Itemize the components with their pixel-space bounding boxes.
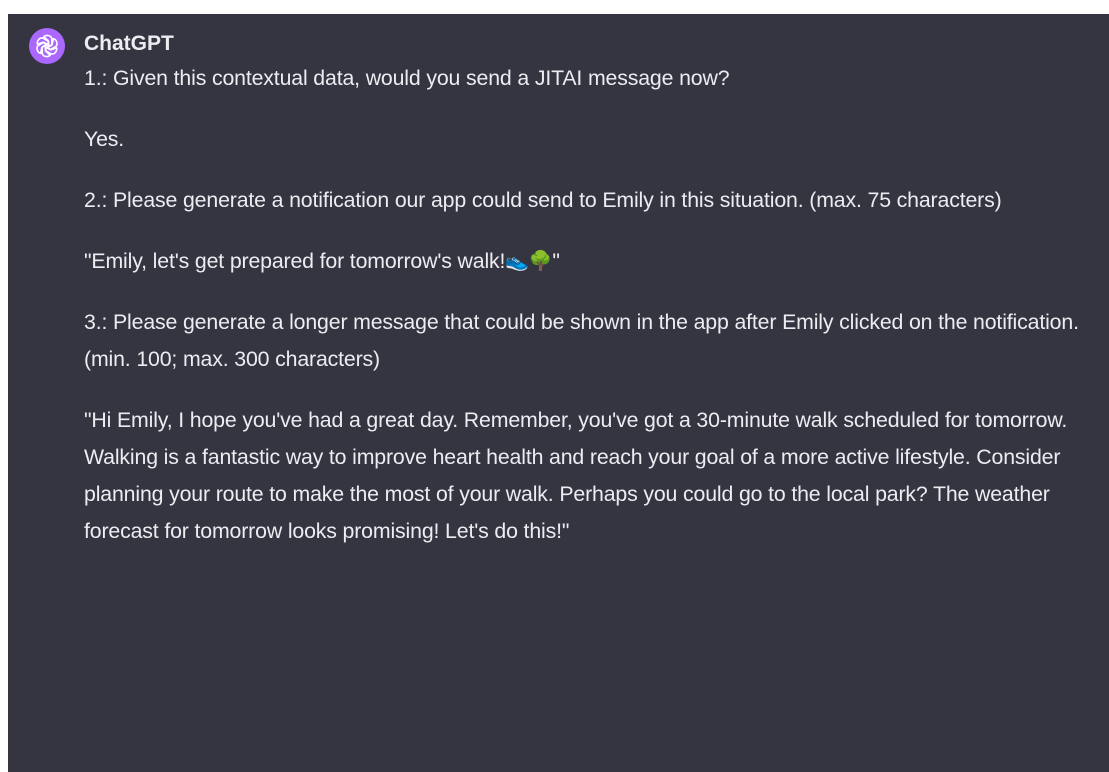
sender-name: ChatGPT [84, 32, 174, 55]
tree-icon: 🌳 [528, 251, 553, 272]
answer-1: Yes. [84, 127, 125, 151]
question-1: 1.: Given this contextual data, would yo… [84, 66, 730, 90]
message-body: ChatGPT 1.: Given this contextual data, … [84, 30, 1094, 574]
shoe-icon: 👟 [505, 251, 529, 272]
message-text: 1.: Given this contextual data, would yo… [84, 60, 1094, 550]
chat-message: ChatGPT 1.: Given this contextual data, … [8, 14, 1109, 772]
openai-logo-icon [34, 34, 60, 58]
question-2: 2.: Please generate a notification our a… [84, 188, 1002, 212]
answer-2-closing-quote: " [552, 249, 560, 273]
answer-3: "Hi Emily, I hope you've had a great day… [84, 408, 1068, 543]
answer-2: "Emily, let's get prepared for tomorrow'… [84, 243, 1094, 280]
chatgpt-avatar [29, 28, 65, 64]
answer-2-text: "Emily, let's get prepared for tomorrow'… [84, 249, 506, 273]
question-3: 3.: Please generate a longer message tha… [84, 310, 1079, 371]
